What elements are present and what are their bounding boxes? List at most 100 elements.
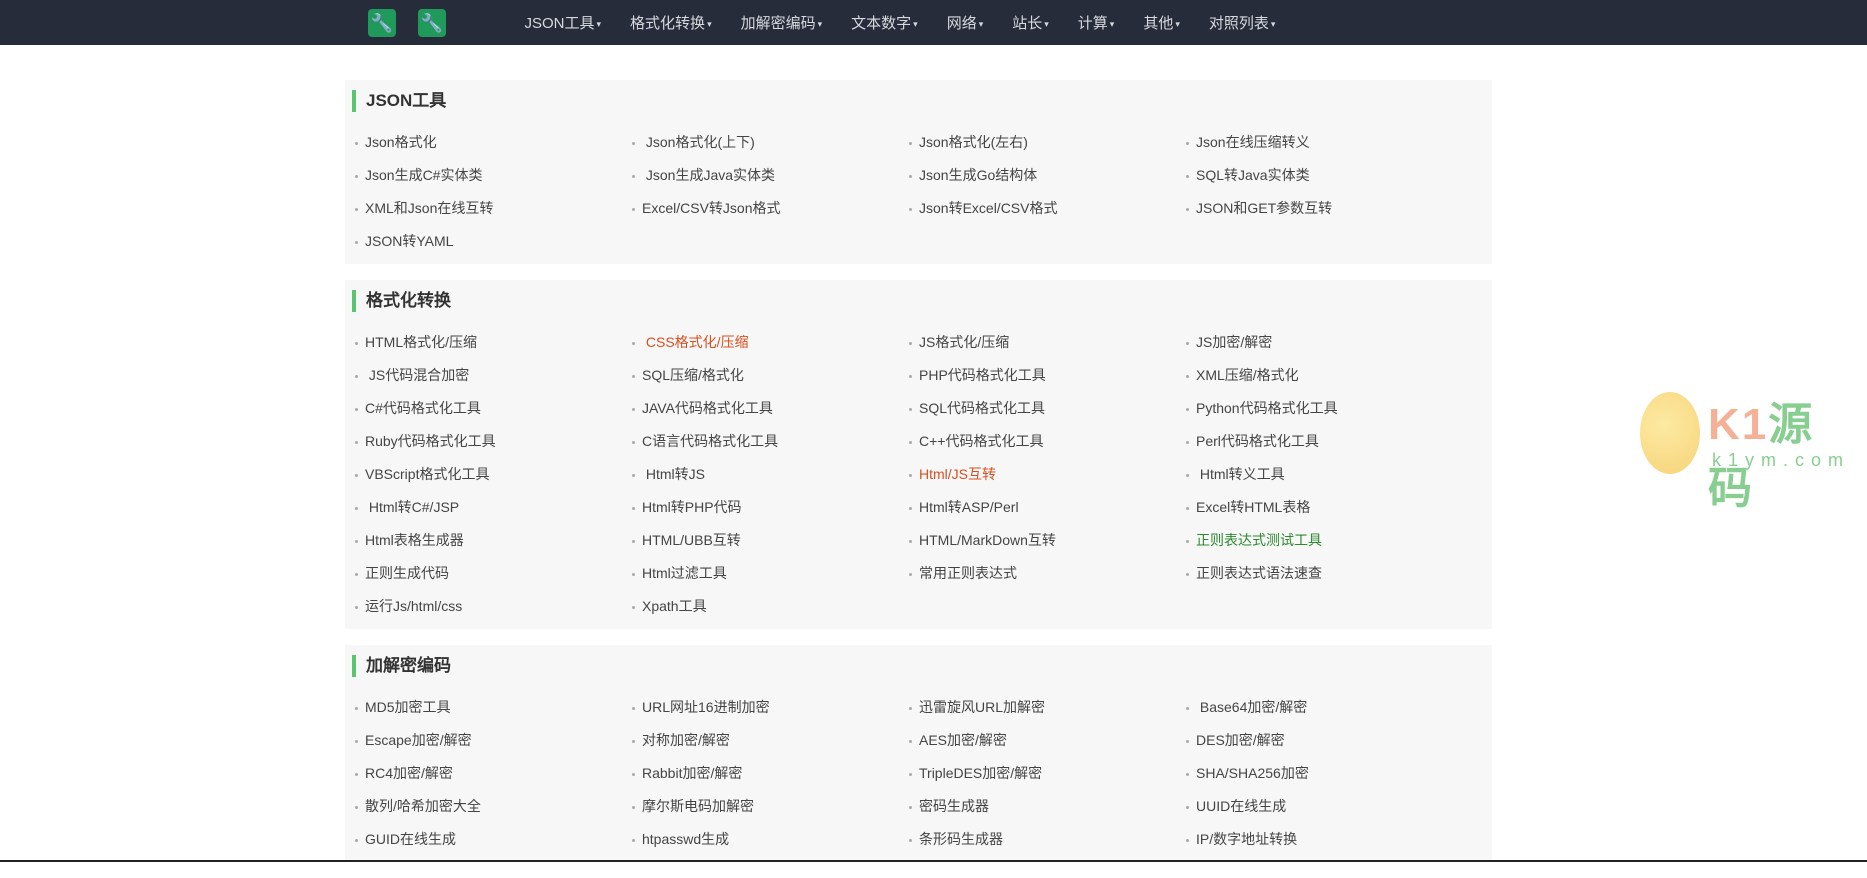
tool-link[interactable]: PHP代码格式化工具 <box>909 359 1186 392</box>
tool-link[interactable]: Python代码格式化工具 <box>1186 392 1463 425</box>
tool-link[interactable]: RC4加密/解密 <box>355 757 632 790</box>
tool-link[interactable]: Excel/CSV转Json格式 <box>632 192 909 225</box>
tool-link[interactable]: Json格式化 <box>355 126 632 159</box>
tool-link[interactable]: Json生成Go结构体 <box>909 159 1186 192</box>
tool-link[interactable]: CSS格式化/压缩 <box>632 326 909 359</box>
chevron-down-icon: ▾ <box>913 18 918 29</box>
tool-link[interactable]: AES加密/解密 <box>909 724 1186 757</box>
nav-menu-1[interactable]: 格式化转换 ▾ <box>616 12 727 33</box>
nav-menu-3[interactable]: 文本数字 ▾ <box>837 12 933 33</box>
tool-link[interactable]: 摩尔斯电码加解密 <box>632 790 909 823</box>
tool-link[interactable]: UUID在线生成 <box>1186 790 1463 823</box>
bullet-icon <box>1186 506 1189 510</box>
nav-menu-6[interactable]: 计算 ▾ <box>1063 12 1129 33</box>
tool-link[interactable]: SQL转Java实体类 <box>1186 159 1463 192</box>
tool-link[interactable]: TripleDES加密/解密 <box>909 757 1186 790</box>
nav-menu-label: 计算 <box>1077 15 1108 32</box>
tool-link[interactable]: HTML格式化/压缩 <box>355 326 632 359</box>
tool-link[interactable]: 密码生成器 <box>909 790 1186 823</box>
tool-link-label: JAVA代码格式化工具 <box>642 400 773 416</box>
tool-link[interactable]: Json格式化(上下) <box>632 126 909 159</box>
tool-link[interactable]: Html转ASP/Perl <box>909 491 1186 524</box>
tool-link-label: Excel转HTML表格 <box>1196 499 1311 515</box>
tool-link[interactable]: JS代码混合加密 <box>355 359 632 392</box>
main-menu: JSON工具 ▾ 格式化转换 ▾ 加解密编码 ▾ 文本数字 ▾ 网络 ▾ 站长 ▾ 计算 ▾ 其他 ▾ 对照列表… <box>510 0 1290 45</box>
nav-menu-8[interactable]: 对照列表 ▾ <box>1194 12 1290 33</box>
tool-link[interactable]: VBScript格式化工具 <box>355 458 632 491</box>
tool-link-label: TripleDES加密/解密 <box>919 765 1043 781</box>
tool-link[interactable]: Base64加密/解密 <box>1186 691 1463 724</box>
tool-link-label: HTML格式化/压缩 <box>365 334 477 350</box>
wrench-logo-icon[interactable]: 🔧 <box>368 9 396 37</box>
tool-link[interactable]: 正则表达式语法速查 <box>1186 557 1463 590</box>
tool-link[interactable]: Json生成Java实体类 <box>632 159 909 192</box>
tool-link[interactable]: Escape加密/解密 <box>355 724 632 757</box>
tool-link[interactable]: DES加密/解密 <box>1186 724 1463 757</box>
tool-link[interactable]: JS格式化/压缩 <box>909 326 1186 359</box>
tool-link[interactable]: C++代码格式化工具 <box>909 425 1186 458</box>
tool-link[interactable]: Perl代码格式化工具 <box>1186 425 1463 458</box>
tool-link-label: SQL代码格式化工具 <box>919 400 1046 416</box>
tool-link-label: Json生成C#实体类 <box>365 167 483 183</box>
tool-link[interactable]: Html转JS <box>632 458 909 491</box>
tool-link[interactable]: 对称加密/解密 <box>632 724 909 757</box>
tool-link[interactable]: Html/JS互转 <box>909 458 1186 491</box>
tool-link[interactable]: Json生成C#实体类 <box>355 159 632 192</box>
tool-link[interactable]: URL网址16进制加密 <box>632 691 909 724</box>
tool-link[interactable]: C语言代码格式化工具 <box>632 425 909 458</box>
tool-link[interactable]: SHA/SHA256加密 <box>1186 757 1463 790</box>
tool-link[interactable]: Html过滤工具 <box>632 557 909 590</box>
tool-link[interactable]: JAVA代码格式化工具 <box>632 392 909 425</box>
tool-link[interactable]: Json在线压缩转义 <box>1186 126 1463 159</box>
tool-grid: MD5加密工具 URL网址16进制加密 迅雷旋风URL加解密 Base64加密/解密… <box>345 691 1492 856</box>
tool-link[interactable]: Json转Excel/CSV格式 <box>909 192 1186 225</box>
tool-link-label: 正则生成代码 <box>365 565 449 581</box>
tool-link[interactable]: JS加密/解密 <box>1186 326 1463 359</box>
chevron-down-icon: ▾ <box>707 18 712 29</box>
tool-link-label: JS代码混合加密 <box>365 367 470 383</box>
tool-link[interactable]: Json格式化(左右) <box>909 126 1186 159</box>
tool-link[interactable]: JSON转YAML <box>355 225 632 258</box>
tool-link[interactable]: 散列/哈希加密大全 <box>355 790 632 823</box>
bullet-icon <box>1186 473 1189 477</box>
tool-link[interactable]: Ruby代码格式化工具 <box>355 425 632 458</box>
tool-link[interactable]: MD5加密工具 <box>355 691 632 724</box>
tool-link[interactable]: XML和Json在线互转 <box>355 192 632 225</box>
tool-link[interactable]: Html转C#/JSP <box>355 491 632 524</box>
tool-grid: Json格式化 Json格式化(上下) Json格式化(左右) Json在线压缩转义… <box>345 126 1492 258</box>
nav-menu-0[interactable]: JSON工具 ▾ <box>510 12 616 33</box>
nav-menu-7[interactable]: 其他 ▾ <box>1129 12 1195 33</box>
tool-link[interactable]: 正则表达式测试工具 <box>1186 524 1463 557</box>
tool-link[interactable]: 运行Js/html/css <box>355 590 632 623</box>
tool-link[interactable]: GUID在线生成 <box>355 823 632 856</box>
tool-link[interactable]: JSON和GET参数互转 <box>1186 192 1463 225</box>
tool-link[interactable]: Html表格生成器 <box>355 524 632 557</box>
nav-menu-2[interactable]: 加解密编码 ▾ <box>726 12 837 33</box>
tool-link[interactable]: Html转义工具 <box>1186 458 1463 491</box>
tool-link[interactable]: 常用正则表达式 <box>909 557 1186 590</box>
bullet-icon <box>355 174 358 178</box>
tool-link[interactable]: 条形码生成器 <box>909 823 1186 856</box>
tool-link[interactable]: 迅雷旋风URL加解密 <box>909 691 1186 724</box>
wrench-logo-icon-2[interactable]: 🔧 <box>418 9 446 37</box>
nav-menu-4[interactable]: 网络 ▾ <box>932 12 998 33</box>
tool-link[interactable]: C#代码格式化工具 <box>355 392 632 425</box>
tool-link[interactable]: Rabbit加密/解密 <box>632 757 909 790</box>
tool-link[interactable]: XML压缩/格式化 <box>1186 359 1463 392</box>
section-0: JSON工具 Json格式化 Json格式化(上下) Json格式化(左右) Json… <box>345 80 1492 264</box>
bullet-icon <box>355 141 358 145</box>
bullet-icon <box>355 605 358 609</box>
tool-link[interactable]: SQL压缩/格式化 <box>632 359 909 392</box>
tool-link[interactable]: IP/数字地址转换 <box>1186 823 1463 856</box>
tool-link-label: Json在线压缩转义 <box>1196 134 1310 150</box>
tool-link[interactable]: Html转PHP代码 <box>632 491 909 524</box>
tool-link[interactable]: HTML/MarkDown互转 <box>909 524 1186 557</box>
nav-menu-5[interactable]: 站长 ▾ <box>998 12 1064 33</box>
tool-link[interactable]: 正则生成代码 <box>355 557 632 590</box>
tool-link-label: URL网址16进制加密 <box>642 699 770 715</box>
tool-link[interactable]: Excel转HTML表格 <box>1186 491 1463 524</box>
tool-link[interactable]: HTML/UBB互转 <box>632 524 909 557</box>
tool-link[interactable]: Xpath工具 <box>632 590 909 623</box>
tool-link[interactable]: SQL代码格式化工具 <box>909 392 1186 425</box>
tool-link[interactable]: htpasswd生成 <box>632 823 909 856</box>
